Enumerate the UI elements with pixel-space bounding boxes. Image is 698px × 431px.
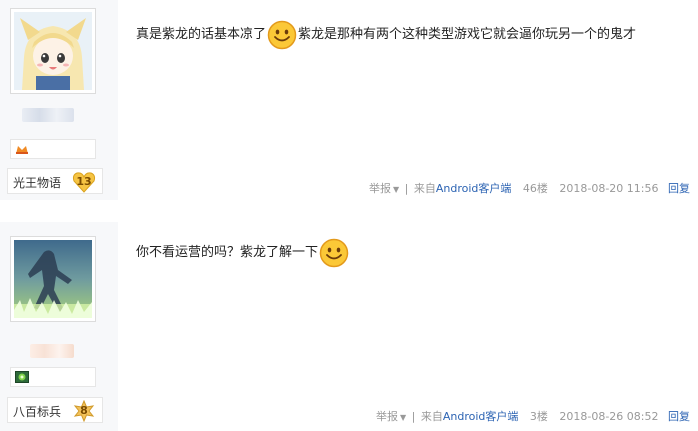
gold-heart-badge-icon: 13 [72, 171, 96, 193]
username-blurred[interactable] [30, 344, 74, 358]
sports-photo-avatar-icon [14, 240, 92, 318]
report-link[interactable]: 举报 [369, 182, 391, 195]
post-floor-3: 八百标兵 8 你不看运营的吗？紫龙了解一下 举报 ▼ | 来自Android客户端… [0, 222, 698, 431]
level-box [10, 367, 96, 387]
badge-level-number: 8 [80, 404, 88, 417]
avatar[interactable] [10, 236, 96, 322]
floor-number: 3楼 [529, 410, 548, 423]
username-blurred[interactable] [22, 108, 74, 122]
forum-badge-name: 八百标兵 [13, 405, 62, 419]
level-icon [16, 146, 28, 154]
post-content: 你不看运营的吗？紫龙了解一下 举报 ▼ | 来自Android客户端 3楼 201… [136, 222, 698, 431]
smiley-face-icon [267, 20, 297, 50]
post-text-part1: 你不看运营的吗？紫龙了解一下 [136, 245, 319, 260]
post-tail: 举报 ▼ | 来自Android客户端 3楼 2018-08-26 08:52 回… [375, 410, 690, 423]
level-icon [15, 371, 29, 383]
android-client-link[interactable]: Android客户端 [436, 182, 512, 195]
anime-avatar-icon [14, 12, 92, 90]
level-box [10, 139, 96, 159]
post-time: 2018-08-26 08:52 [559, 410, 659, 423]
report-link[interactable]: 举报 [376, 410, 398, 423]
caret-down-icon[interactable]: ▼ [393, 185, 399, 194]
android-client-link[interactable]: Android客户端 [443, 410, 519, 423]
avatar[interactable] [10, 8, 96, 94]
post-text-part1: 真是紫龙的话基本凉了 [136, 27, 267, 42]
forum-level-badge[interactable]: 光王物语 13 [7, 168, 103, 194]
post-text-part2: 紫龙是那种有两个这种类型游戏它就会逼你玩另一个的鬼才 [298, 27, 637, 42]
source-prefix: 来自 [420, 410, 443, 423]
source-prefix: 来自 [413, 182, 436, 195]
post-body: 真是紫龙的话基本凉了 紫龙是那种有两个这种类型游戏它就会逼你玩另一个的鬼才 [136, 20, 636, 50]
reply-link[interactable]: 回复 [668, 182, 690, 195]
post-time: 2018-08-20 11:56 [559, 182, 659, 195]
user-sidebar: 八百标兵 8 [0, 222, 118, 431]
forum-badge-name: 光王物语 [13, 176, 62, 190]
post-floor-46: 光王物语 13 真是紫龙的话基本凉了 紫龙是那种有两个这种类型游戏它就会逼你玩另… [0, 0, 698, 200]
post-body: 你不看运营的吗？紫龙了解一下 [136, 238, 350, 268]
smiley-face-icon [319, 238, 349, 268]
post-tail: 举报 ▼ | 来自Android客户端 46楼 2018-08-20 11:56 … [368, 182, 690, 195]
forum-level-badge[interactable]: 八百标兵 8 [7, 397, 103, 423]
gold-star-badge-icon: 8 [72, 400, 96, 422]
post-content: 真是紫龙的话基本凉了 紫龙是那种有两个这种类型游戏它就会逼你玩另一个的鬼才 举报… [136, 0, 698, 200]
badge-level-number: 13 [76, 175, 92, 188]
user-sidebar: 光王物语 13 [0, 0, 118, 200]
caret-down-icon[interactable]: ▼ [400, 413, 406, 422]
reply-link[interactable]: 回复 [668, 410, 690, 423]
floor-number: 46楼 [522, 182, 548, 195]
